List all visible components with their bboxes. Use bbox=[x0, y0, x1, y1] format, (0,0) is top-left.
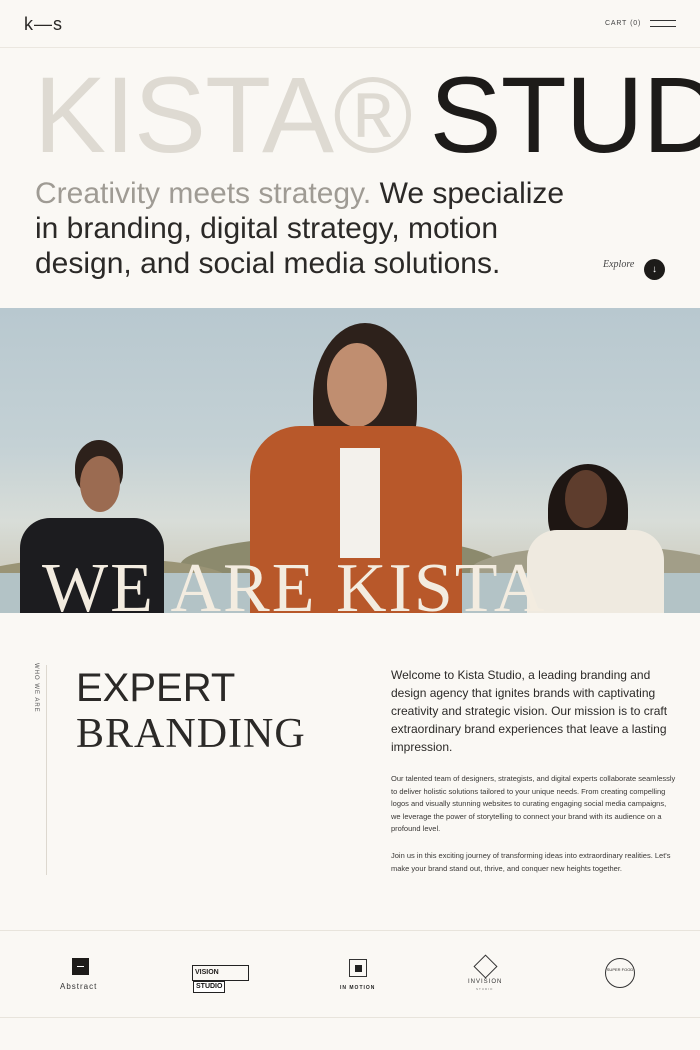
tagline-lead: Creativity meets strategy. bbox=[35, 177, 372, 210]
hero-title: KISTA®STUDIO bbox=[34, 56, 700, 174]
invision-logo-subtext: STUDIO bbox=[476, 987, 494, 991]
in-motion-logo-text: IN MOTION bbox=[340, 985, 376, 991]
explore-label[interactable]: Explore bbox=[603, 259, 634, 270]
hamburger-menu-icon[interactable] bbox=[650, 19, 676, 29]
banner-overlay-text: WE ARE KISTA bbox=[42, 550, 547, 614]
in-motion-logo-icon bbox=[349, 959, 367, 977]
logos-bottom-divider bbox=[0, 1017, 700, 1018]
section-heading-line1: EXPERT bbox=[76, 666, 236, 710]
abstract-logo-text: Abstract bbox=[60, 982, 98, 991]
side-divider bbox=[46, 665, 47, 875]
hero-title-studio: STUDIO bbox=[429, 56, 700, 174]
hero-title-brand: KISTA® bbox=[34, 56, 413, 174]
arrow-down-icon[interactable]: ↓ bbox=[644, 259, 665, 280]
site-header: k—s CART (0) bbox=[0, 0, 700, 48]
cart-count: (0) bbox=[630, 20, 642, 27]
cart-link[interactable]: CART (0) bbox=[605, 20, 641, 27]
about-paragraph-1: Our talented team of designers, strategi… bbox=[391, 774, 676, 833]
invision-logo-icon bbox=[473, 954, 498, 979]
invision-logo-text: INVISION bbox=[468, 979, 503, 985]
about-intro: Welcome to Kista Studio, a leading brand… bbox=[391, 668, 668, 754]
team-photo: WE ARE KISTA bbox=[0, 308, 700, 613]
logos-top-divider bbox=[0, 930, 700, 931]
hero-tagline: Creativity meets strategy. We specialize… bbox=[35, 176, 595, 281]
vision-studio-logo: VISIONSTUDIO bbox=[192, 965, 249, 993]
section-side-label: WHO WE ARE bbox=[33, 663, 39, 713]
about-paragraph-2: Join us in this exciting journey of tran… bbox=[391, 851, 671, 873]
site-logo[interactable]: k—s bbox=[24, 14, 63, 35]
section-heading-line2: BRANDING bbox=[76, 711, 306, 757]
super-food-logo: SUPER FOOD bbox=[605, 958, 635, 988]
cart-label: CART bbox=[605, 20, 628, 27]
abstract-logo-icon bbox=[72, 958, 89, 975]
